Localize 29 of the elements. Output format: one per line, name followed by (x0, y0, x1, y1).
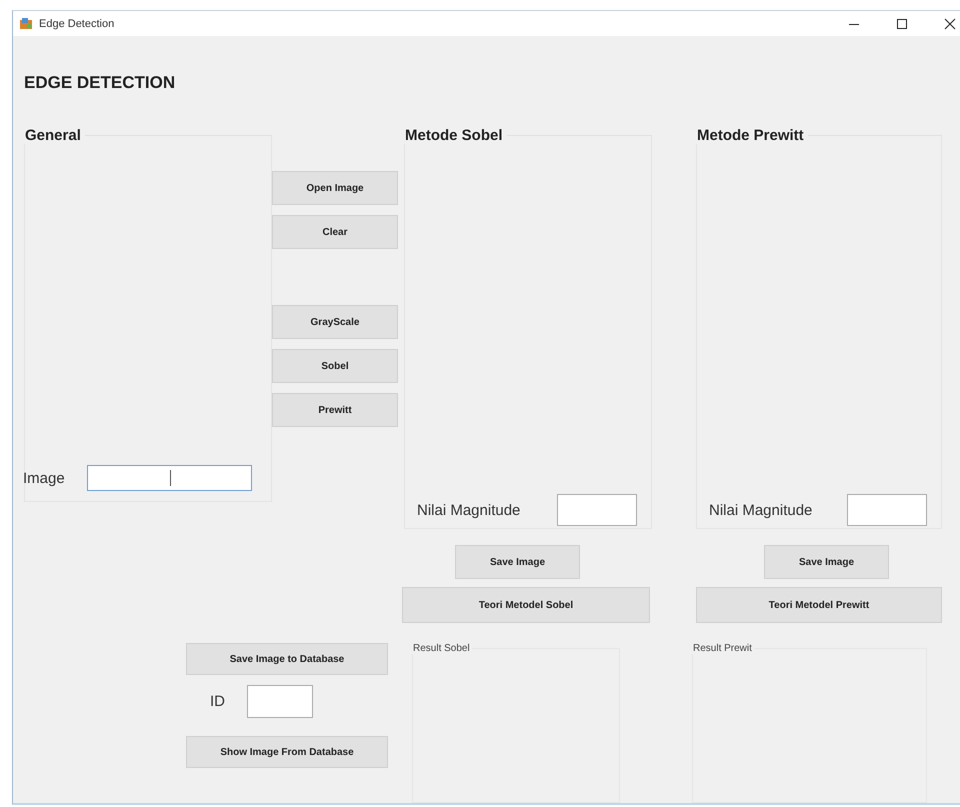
magnitude-label: Nilai Magnitude (709, 502, 812, 518)
panel-title: Result Sobel (412, 643, 471, 654)
save-image-button[interactable]: Save Image (764, 545, 889, 579)
panel-title: General (24, 127, 82, 144)
image-label: Image (23, 470, 65, 486)
save-image-button[interactable]: Save Image (455, 545, 580, 579)
action-button[interactable]: Clear (272, 215, 398, 249)
id-field[interactable] (247, 685, 313, 718)
app-icon (19, 16, 33, 30)
save-to-database-button[interactable]: Save Image to Database (186, 643, 388, 675)
panel-title: Metode Prewitt (696, 127, 805, 144)
maximize-icon[interactable] (896, 18, 908, 30)
action-button[interactable]: Sobel (272, 349, 398, 383)
panel-title: Metode Sobel (404, 127, 504, 144)
image-field[interactable] (86, 465, 252, 491)
magnitude-label: Nilai Magnitude (417, 502, 520, 518)
theory-button[interactable]: Teori Metodel Prewitt (696, 587, 942, 623)
window-title: Edge Detection (39, 18, 114, 30)
show-from-database-button[interactable]: Show Image From Database (186, 736, 388, 768)
form-heading: EDGE DETECTION (24, 73, 176, 94)
close-icon[interactable] (944, 18, 956, 30)
magnitude-field[interactable] (557, 494, 637, 526)
id-label: ID (210, 693, 225, 710)
theory-button[interactable]: Teori Metodel Sobel (402, 587, 650, 623)
action-button[interactable]: GrayScale (272, 305, 398, 339)
panel-title: Result Prewit (692, 643, 753, 654)
action-button[interactable]: Open Image (272, 171, 398, 205)
action-button[interactable]: Prewitt (272, 393, 398, 427)
magnitude-field[interactable] (847, 494, 927, 526)
